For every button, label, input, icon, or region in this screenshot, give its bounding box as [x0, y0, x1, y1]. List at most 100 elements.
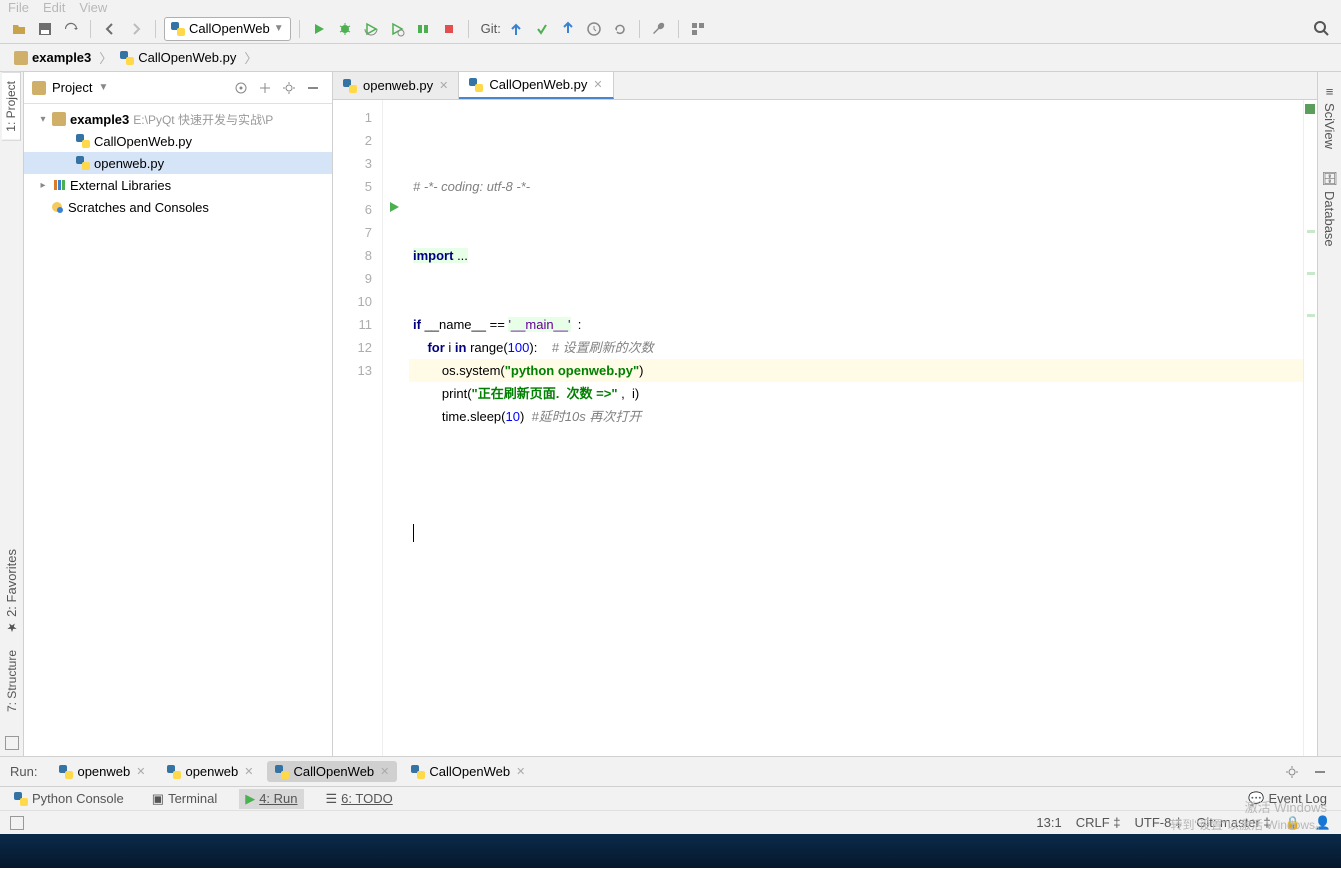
hide-icon[interactable]	[1309, 761, 1331, 783]
terminal-tab[interactable]: ▣Terminal	[146, 789, 223, 809]
git-push-icon[interactable]	[557, 18, 579, 40]
structure-icon[interactable]	[687, 18, 709, 40]
close-icon[interactable]: ✕	[380, 765, 389, 778]
run-label: Run:	[10, 764, 37, 779]
menu-bar[interactable]: FileEditView	[0, 0, 1341, 14]
code-editor[interactable]: 1235678910111213 # -*- coding: utf-8 -*-…	[333, 100, 1317, 756]
run-config-name: CallOpenWeb	[189, 21, 270, 36]
settings-icon[interactable]	[278, 77, 300, 99]
line-number-gutter[interactable]: 1235678910111213	[333, 100, 383, 756]
folder-icon	[14, 51, 28, 65]
error-stripe[interactable]	[1303, 100, 1317, 756]
coverage-icon[interactable]	[360, 18, 382, 40]
editor-tab[interactable]: CallOpenWeb.py ✕	[459, 72, 613, 99]
profile-icon[interactable]	[386, 18, 408, 40]
database-tool-tab[interactable]: 🗄Database	[1319, 165, 1340, 253]
run-tab[interactable]: openweb✕	[51, 761, 153, 782]
run-icon[interactable]	[308, 18, 330, 40]
run-bottom-tab[interactable]: ▶4: Run	[239, 789, 303, 809]
run-tab[interactable]: openweb✕	[159, 761, 261, 782]
collapse-icon[interactable]	[254, 77, 276, 99]
python-icon	[411, 765, 425, 779]
text-caret	[413, 524, 414, 542]
python-icon	[59, 765, 73, 779]
close-icon[interactable]: ✕	[516, 765, 525, 778]
locate-icon[interactable]	[230, 77, 252, 99]
file-encoding[interactable]: UTF-8 ‡	[1135, 815, 1183, 830]
hide-icon[interactable]	[302, 77, 324, 99]
hector-icon[interactable]: 👤	[1315, 815, 1331, 831]
git-update-icon[interactable]	[505, 18, 527, 40]
sciview-tool-tab[interactable]: ≡SciView	[1320, 78, 1339, 155]
event-log-tab[interactable]: 💬Event Log	[1242, 789, 1333, 809]
tree-external-libs[interactable]: ▸ External Libraries	[24, 174, 332, 196]
git-history-icon[interactable]	[583, 18, 605, 40]
git-rollback-icon[interactable]	[609, 18, 631, 40]
windows-icon[interactable]	[10, 816, 24, 830]
structure-tool-tab[interactable]: 7: Structure	[3, 642, 21, 720]
editor-area: openweb.py ✕ CallOpenWeb.py ✕ 1235678910…	[333, 72, 1317, 756]
todo-tab[interactable]: ☰6: TODO	[320, 789, 399, 809]
run-icon: ▶	[245, 791, 255, 807]
run-config-select[interactable]: CallOpenWeb ▼	[164, 17, 291, 41]
run-gutter-icon[interactable]	[387, 200, 401, 214]
debug-icon[interactable]	[334, 18, 356, 40]
folder-icon	[32, 81, 46, 95]
python-icon	[275, 765, 289, 779]
python-icon	[171, 22, 185, 36]
breadcrumb-project[interactable]: example3	[8, 48, 97, 67]
tree-project-root[interactable]: ▾ example3 E:\PyQt 快速开发与实战\P	[24, 108, 332, 130]
git-commit-icon[interactable]	[531, 18, 553, 40]
python-icon	[469, 78, 483, 92]
concurrent-icon[interactable]	[412, 18, 434, 40]
lock-icon[interactable]: 🔒	[1285, 815, 1301, 831]
python-console-tab[interactable]: Python Console	[8, 789, 130, 808]
stop-icon[interactable]	[438, 18, 460, 40]
back-icon[interactable]	[99, 18, 121, 40]
window-icon[interactable]	[5, 736, 19, 750]
line-separator[interactable]: CRLF ‡	[1076, 815, 1121, 830]
tree-scratches[interactable]: Scratches and Consoles	[24, 196, 332, 218]
run-tool-window-header: Run: openweb✕ openweb✕ CallOpenWeb✕ Call…	[0, 756, 1341, 786]
project-view-title[interactable]: Project	[52, 80, 92, 95]
right-tool-stripe: ≡SciView 🗄Database	[1317, 72, 1341, 756]
sync-icon[interactable]	[60, 18, 82, 40]
git-label: Git:	[481, 21, 501, 36]
python-icon	[76, 134, 90, 148]
close-icon[interactable]: ✕	[244, 765, 253, 778]
git-branch[interactable]: Git: master ‡	[1196, 815, 1270, 830]
tree-file[interactable]: openweb.py	[24, 152, 332, 174]
python-icon	[167, 765, 181, 779]
windows-taskbar[interactable]	[0, 834, 1341, 868]
python-icon	[14, 792, 28, 806]
search-everywhere-icon[interactable]	[1311, 18, 1333, 40]
list-icon: ☰	[326, 791, 338, 807]
project-tree[interactable]: ▾ example3 E:\PyQt 快速开发与实战\P CallOpenWeb…	[24, 104, 332, 756]
run-tab[interactable]: CallOpenWeb✕	[267, 761, 397, 782]
breadcrumb-file[interactable]: CallOpenWeb.py	[114, 48, 242, 67]
run-tab[interactable]: CallOpenWeb✕	[403, 761, 533, 782]
editor-tab[interactable]: openweb.py ✕	[333, 72, 459, 99]
save-icon[interactable]	[34, 18, 56, 40]
wrench-icon[interactable]	[648, 18, 670, 40]
scratches-icon	[50, 200, 64, 214]
gutter-icons[interactable]	[383, 100, 409, 756]
library-icon	[52, 178, 66, 192]
close-icon[interactable]: ✕	[593, 78, 602, 91]
bottom-tool-stripe: Python Console ▣Terminal ▶4: Run ☰6: TOD…	[0, 786, 1341, 810]
tree-file[interactable]: CallOpenWeb.py	[24, 130, 332, 152]
caret-position[interactable]: 13:1	[1036, 815, 1061, 830]
favorites-tool-tab[interactable]: ★ 2: Favorites	[2, 541, 21, 642]
status-bar: 13:1 CRLF ‡ UTF-8 ‡ Git: master ‡ 🔒 👤	[0, 810, 1341, 834]
open-icon[interactable]	[8, 18, 30, 40]
editor-tabs: openweb.py ✕ CallOpenWeb.py ✕	[333, 72, 1317, 100]
settings-icon[interactable]	[1281, 761, 1303, 783]
project-tool-tab[interactable]: 1: Project	[2, 72, 21, 141]
terminal-icon: ▣	[152, 791, 164, 807]
inspection-indicator[interactable]	[1305, 104, 1315, 114]
balloon-icon: 💬	[1248, 791, 1264, 807]
main-toolbar: CallOpenWeb ▼ Git:	[0, 14, 1341, 44]
close-icon[interactable]: ✕	[439, 79, 448, 92]
forward-icon[interactable]	[125, 18, 147, 40]
close-icon[interactable]: ✕	[136, 765, 145, 778]
